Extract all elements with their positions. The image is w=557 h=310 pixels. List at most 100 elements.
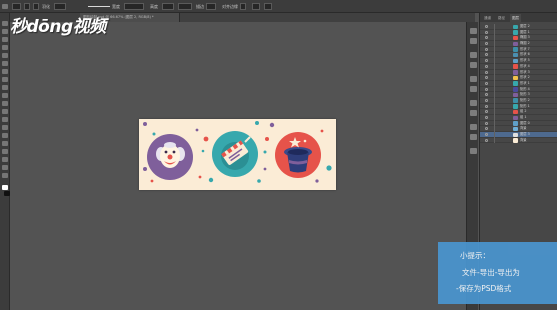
stroke-line-icon[interactable] xyxy=(88,6,110,7)
stroke-width-input[interactable] xyxy=(206,3,216,10)
layer-thumbnail xyxy=(513,81,518,86)
layer-thumbnail xyxy=(513,24,518,29)
layer-thumbnail xyxy=(513,35,518,41)
eye-icon[interactable] xyxy=(485,36,488,40)
layer-thumbnail xyxy=(513,30,518,35)
eyedropper-tool-icon[interactable] xyxy=(2,61,8,66)
eye-icon[interactable] xyxy=(485,87,488,91)
path-ops-icon[interactable] xyxy=(252,3,260,10)
magic-hat-icon xyxy=(275,132,321,178)
pen-tool-icon[interactable] xyxy=(2,133,8,138)
history-icon[interactable] xyxy=(470,28,477,34)
marquee-tool-icon[interactable] xyxy=(2,29,8,34)
eye-icon[interactable] xyxy=(485,81,488,85)
option-label-align-edges: 对齐边缘 xyxy=(222,4,238,9)
gear-icon[interactable] xyxy=(264,3,272,10)
eye-icon[interactable] xyxy=(485,104,488,108)
eraser-tool-icon[interactable] xyxy=(2,101,8,106)
tip-line-1: 文件-导出-导出为 xyxy=(462,268,520,277)
foreground-color-swatch[interactable] xyxy=(2,185,8,190)
clown-icon xyxy=(147,134,193,180)
hand-tool-icon[interactable] xyxy=(2,165,8,170)
eye-icon[interactable] xyxy=(485,25,488,28)
tool-preset-picker[interactable] xyxy=(12,3,21,10)
history-brush-tool-icon[interactable] xyxy=(2,93,8,98)
dodge-tool-icon[interactable] xyxy=(2,125,8,130)
layer-thumbnail xyxy=(513,115,518,120)
eye-icon[interactable] xyxy=(485,70,488,74)
eye-icon[interactable] xyxy=(485,116,488,119)
decor-dot xyxy=(195,128,199,132)
canvas-artwork xyxy=(143,121,332,183)
marquee-tool-icon[interactable] xyxy=(2,4,8,9)
brush-presets-icon[interactable] xyxy=(470,148,477,154)
tip-line-2: -保存为PSD格式 xyxy=(456,284,512,293)
eye-icon[interactable] xyxy=(485,64,488,68)
brush-tool-icon[interactable] xyxy=(2,77,8,82)
shape-tool-icon[interactable] xyxy=(2,157,8,162)
blur-tool-icon[interactable] xyxy=(2,117,8,122)
eye-icon[interactable] xyxy=(485,76,488,80)
gradient-tool-icon[interactable] xyxy=(2,109,8,114)
shape-mode-select[interactable] xyxy=(178,3,192,10)
decor-dot xyxy=(326,165,332,171)
character-icon[interactable] xyxy=(470,100,477,106)
decor-dot xyxy=(263,150,267,154)
background-color-swatch[interactable] xyxy=(4,191,10,196)
layer-thumbnail xyxy=(513,58,518,64)
lasso-tool-icon[interactable] xyxy=(2,37,8,42)
crop-tool-icon[interactable] xyxy=(2,53,8,58)
document-canvas[interactable] xyxy=(139,119,336,190)
info-icon[interactable] xyxy=(470,134,477,140)
type-tool-icon[interactable] xyxy=(2,141,8,146)
eye-icon[interactable] xyxy=(485,133,488,137)
layer-thumbnail xyxy=(513,126,518,132)
option-label-stroke: 描边 xyxy=(196,4,204,9)
eye-icon[interactable] xyxy=(485,59,488,63)
color-icon[interactable] xyxy=(470,52,477,58)
zoom-tool-icon[interactable] xyxy=(2,173,8,178)
height-input[interactable] xyxy=(162,3,174,10)
eye-icon[interactable] xyxy=(485,93,488,97)
new-selection-icon[interactable] xyxy=(24,3,30,10)
tab-channels[interactable]: 通道 xyxy=(482,14,493,22)
tab-layers[interactable]: 图层 xyxy=(510,14,521,22)
decor-dot xyxy=(255,121,259,125)
add-selection-icon[interactable] xyxy=(33,3,39,10)
properties-icon[interactable] xyxy=(470,124,477,130)
feather-input[interactable] xyxy=(54,3,66,10)
tools-panel xyxy=(0,13,10,310)
eye-icon[interactable] xyxy=(485,138,488,142)
adjustments-icon[interactable] xyxy=(470,76,477,82)
decor-dot xyxy=(263,167,267,171)
eye-icon[interactable] xyxy=(485,98,488,102)
path-selection-tool-icon[interactable] xyxy=(2,149,8,154)
eye-icon[interactable] xyxy=(485,47,488,51)
eye-icon[interactable] xyxy=(485,127,488,131)
eye-icon[interactable] xyxy=(485,121,488,125)
magic-wand-tool-icon[interactable] xyxy=(2,45,8,50)
eye-icon[interactable] xyxy=(485,30,488,34)
paragraph-icon[interactable] xyxy=(470,110,477,116)
eye-icon[interactable] xyxy=(485,110,488,114)
width-input[interactable] xyxy=(124,3,144,10)
align-edges-checkbox[interactable] xyxy=(240,3,246,10)
layer-thumbnail xyxy=(513,138,518,143)
tip-title: 小提示： xyxy=(460,251,490,260)
tab-paths[interactable]: 路径 xyxy=(496,14,507,22)
actions-icon[interactable] xyxy=(470,38,477,44)
healing-brush-tool-icon[interactable] xyxy=(2,69,8,74)
layer-row[interactable]: 背景 xyxy=(480,137,557,144)
layer-thumbnail xyxy=(513,41,518,47)
layer-thumbnail xyxy=(513,104,518,109)
layer-name: 背景 xyxy=(520,137,527,142)
styles-icon[interactable] xyxy=(470,86,477,92)
tree-line xyxy=(494,137,495,144)
eye-icon[interactable] xyxy=(485,42,488,46)
option-label-feather: 羽化 xyxy=(42,4,50,9)
move-tool-icon[interactable] xyxy=(2,21,8,26)
eye-icon[interactable] xyxy=(485,53,488,57)
decor-dot xyxy=(315,179,319,183)
swatches-icon[interactable] xyxy=(470,62,477,68)
clone-stamp-tool-icon[interactable] xyxy=(2,85,8,90)
